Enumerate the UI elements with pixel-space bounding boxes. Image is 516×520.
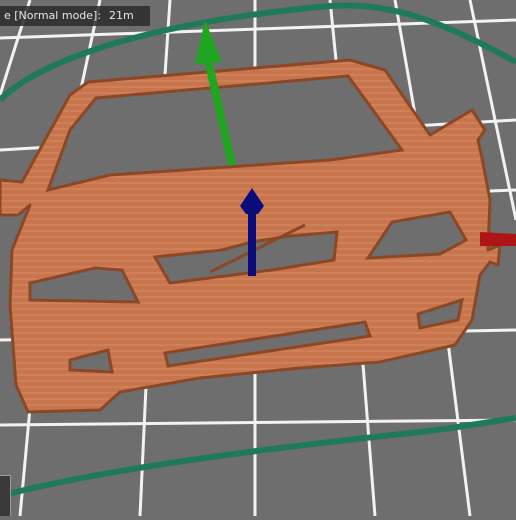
x-axis-arrowhead[interactable]: [480, 232, 516, 246]
3d-viewport[interactable]: e [Normal mode]: 21m: [0, 0, 516, 517]
y-axis-arrowhead[interactable]: [195, 20, 222, 64]
status-time-text: 21m: [109, 9, 134, 22]
status-mode-text: e [Normal mode]:: [4, 9, 102, 22]
status-bar: e [Normal mode]: 21m: [0, 6, 150, 26]
corner-widget[interactable]: [0, 475, 11, 516]
scene: [0, 0, 516, 517]
